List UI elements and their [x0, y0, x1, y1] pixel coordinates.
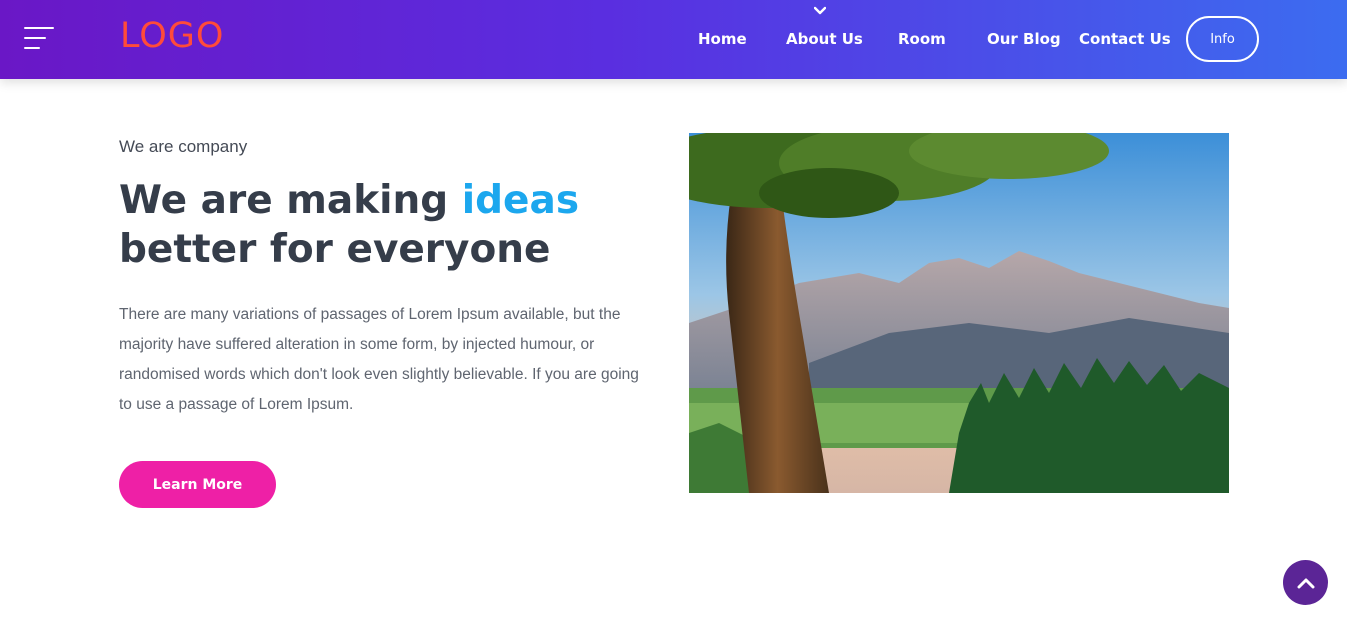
nav-item-about-us[interactable]: About Us	[786, 30, 863, 48]
learn-more-button[interactable]: Learn More	[119, 461, 276, 508]
nav-item-our-blog[interactable]: Our Blog	[987, 30, 1061, 48]
logo[interactable]: LOGO	[120, 16, 224, 56]
nav-item-room[interactable]: Room	[898, 30, 946, 48]
chevron-up-icon	[1297, 578, 1314, 588]
headline-part2: better for everyone	[119, 227, 551, 272]
nav-item-home[interactable]: Home	[698, 30, 747, 48]
hero-image	[689, 133, 1229, 493]
headline-accent: ideas	[461, 178, 580, 223]
hero-body-text: There are many variations of passages of…	[119, 306, 639, 413]
chevron-down-icon[interactable]	[814, 6, 826, 16]
scroll-to-top-button[interactable]	[1283, 560, 1328, 605]
hero-headline: We are making ideas better for everyone	[119, 176, 679, 274]
headline-part1: We are making	[119, 178, 462, 223]
site-header: LOGO Home About Us Room Our Blog Contact…	[0, 0, 1347, 79]
hamburger-menu-icon[interactable]	[24, 27, 54, 49]
nav-item-contact-us[interactable]: Contact Us	[1079, 30, 1171, 48]
info-button[interactable]: Info	[1186, 16, 1259, 62]
hero-eyebrow: We are company	[119, 137, 248, 156]
